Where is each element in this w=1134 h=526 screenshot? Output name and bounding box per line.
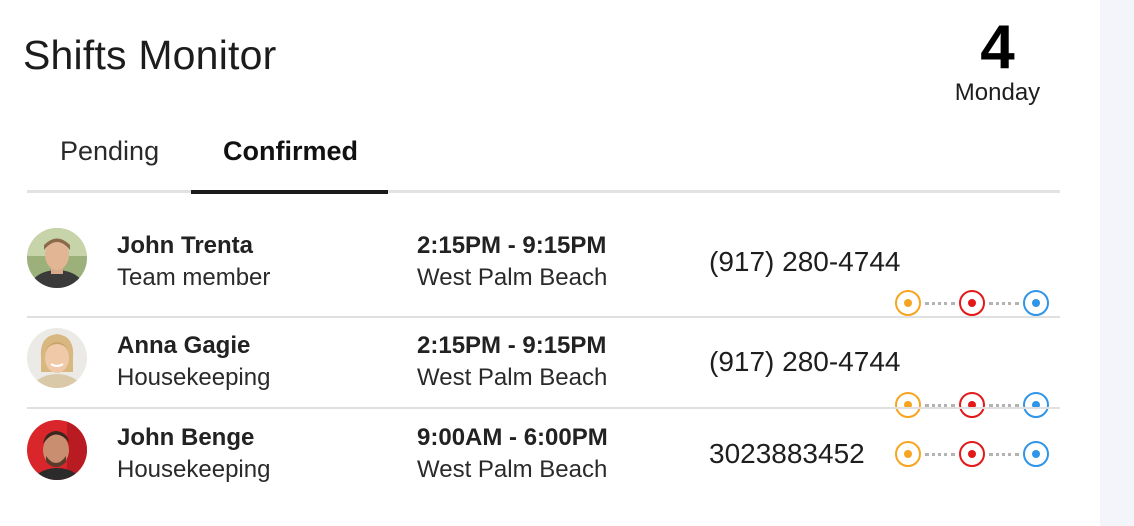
employee-name: John Benge [117,424,255,451]
active-tab-indicator [191,190,388,194]
phone-number[interactable]: 3023883452 [709,438,865,470]
shift-time: 2:15PM - 9:15PM [417,232,607,259]
employee-name: Anna Gagie [117,332,251,359]
shift-row[interactable]: John Benge Housekeeping 9:00AM - 6:00PM … [27,414,1060,506]
status-connector [989,453,1019,456]
person-avatar-icon [27,420,87,480]
shift-time: 2:15PM - 9:15PM [417,332,607,359]
shift-location: West Palm Beach [417,264,608,291]
status-connector [989,302,1019,305]
employee-role: Housekeeping [117,364,271,391]
status-red-icon[interactable] [959,441,985,467]
status-orange-icon[interactable] [895,290,921,316]
status-track [895,290,1055,318]
employee-role: Housekeeping [117,456,271,483]
employee-role: Team member [117,264,271,291]
shift-time: 9:00AM - 6:00PM [417,424,608,451]
status-blue-icon[interactable] [1023,441,1049,467]
side-panel-edge [1100,0,1134,526]
person-avatar-icon [27,328,87,388]
shift-tabs: Pending Confirmed [27,130,1060,196]
date-weekday: Monday [954,79,1041,106]
phone-number[interactable]: (917) 280-4744 [709,246,900,278]
shift-location: West Palm Beach [417,364,608,391]
tab-pending[interactable]: Pending [60,136,159,167]
status-connector [925,302,955,305]
tab-confirmed[interactable]: Confirmed [223,136,358,167]
shift-row[interactable]: Anna Gagie Housekeeping 2:15PM - 9:15PM … [27,322,1060,418]
date-number: 4 [980,13,1015,82]
shift-location: West Palm Beach [417,456,608,483]
phone-number[interactable]: (917) 280-4744 [709,346,900,378]
row-divider [27,316,1060,318]
status-connector [925,453,955,456]
page-title: Shifts Monitor [23,32,277,78]
status-orange-icon[interactable] [895,441,921,467]
status-red-icon[interactable] [959,290,985,316]
status-blue-icon[interactable] [1023,290,1049,316]
row-divider [27,407,1060,409]
employee-name: John Trenta [117,232,254,259]
status-track [895,441,1055,469]
person-avatar-icon [27,228,87,288]
tabs-divider [27,190,1060,193]
date-display: 4 Monday [940,16,1055,106]
shift-row[interactable]: John Trenta Team member 2:15PM - 9:15PM … [27,222,1060,318]
